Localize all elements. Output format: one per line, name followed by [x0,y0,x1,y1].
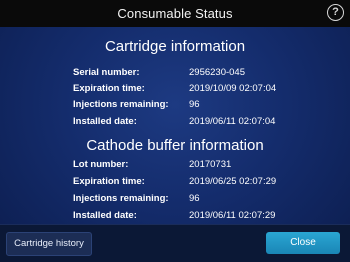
row-value: 2019/06/11 02:07:04 [189,116,276,127]
page-title: Consumable Status [117,6,233,21]
cartridge-history-button[interactable]: Cartridge history [6,232,92,256]
row-value: 2019/06/11 02:07:29 [189,210,276,221]
row-label: Injections remaining: [73,99,169,110]
row-label: Expiration time: [73,176,145,187]
consumable-status-screen: Consumable Status ? Cartridge informatio… [0,0,350,262]
row-value: 2956230-045 [189,67,245,78]
row-value: 96 [189,99,200,110]
cathode-section-title: Cathode buffer information [86,137,264,154]
cathode-lot-row: Lot number: 20170731 [73,159,333,173]
cartridge-expiration-row: Expiration time: 2019/10/09 02:07:04 [73,83,333,97]
help-icon[interactable]: ? [327,4,344,21]
row-value: 20170731 [189,159,232,170]
row-value: 96 [189,193,200,204]
cartridge-installed-row: Installed date: 2019/06/11 02:07:04 [73,116,333,130]
row-label: Serial number: [73,67,140,78]
row-label: Lot number: [73,159,129,170]
cartridge-section-title: Cartridge information [104,38,246,55]
row-value: 2019/06/25 02:07:29 [189,176,277,187]
row-label: Expiration time: [73,83,145,94]
row-label: Installed date: [73,210,137,221]
cartridge-injections-row: Injections remaining: 96 [73,99,333,113]
cathode-installed-row: Installed date: 2019/06/11 02:07:29 [73,210,333,224]
row-value: 2019/10/09 02:07:04 [189,83,277,94]
title-bar: Consumable Status ? [0,0,350,27]
cathode-injections-row: Injections remaining: 96 [73,193,333,207]
row-label: Installed date: [73,116,137,127]
row-label: Injections remaining: [73,193,169,204]
cartridge-serial-row: Serial number: 2956230-045 [73,67,333,81]
cathode-expiration-row: Expiration time: 2019/06/25 02:07:29 [73,176,333,190]
close-button[interactable]: Close [266,232,340,254]
